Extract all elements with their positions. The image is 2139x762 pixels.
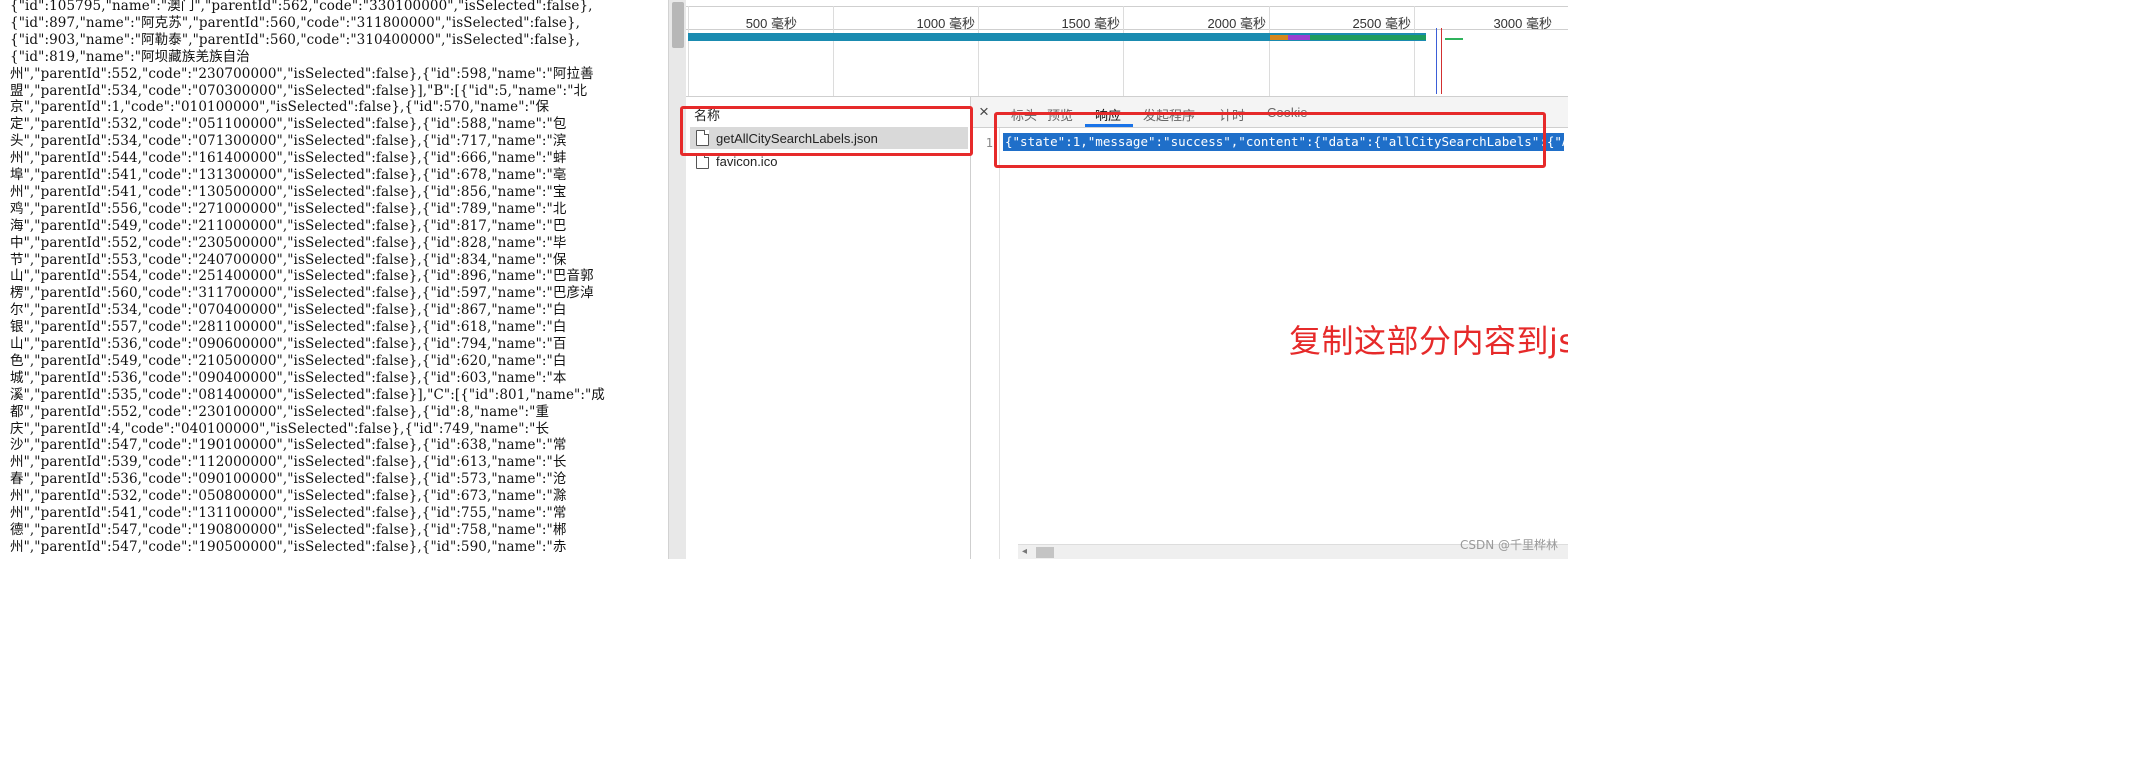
raw-json-line: 州","parentId":547,"code":"190500000","is… [10, 538, 567, 555]
left-scrollbar[interactable] [668, 0, 687, 559]
raw-json-line: 头","parentId":534,"code":"071300000","is… [10, 133, 567, 150]
horizontal-scroll-thumb[interactable] [1036, 547, 1054, 558]
timeline-waiting-bar [1270, 35, 1288, 40]
watermark: CSDN @千里桦林 [1459, 538, 1558, 552]
raw-json-line: 春","parentId":536,"code":"090100000","is… [10, 471, 567, 488]
raw-json-line: 楞","parentId":560,"code":"311700000","is… [10, 285, 594, 302]
request-detail-pane: × 标头 预览 响应 发起程序 计时 Cookie 1 {"state":1,"… [971, 97, 1568, 559]
raw-json-line: 定","parentId":532,"code":"051100000","is… [10, 116, 567, 133]
detail-tabbar: × 标头 预览 响应 发起程序 计时 Cookie [971, 97, 1568, 128]
request-list: 名称 getAllCitySearchLabels.json favicon.i… [686, 97, 971, 559]
domcontentloaded-marker [1436, 28, 1437, 94]
left-scroll-thumb[interactable] [672, 2, 684, 48]
file-icon [696, 153, 709, 169]
response-text-selected[interactable]: {"state":1,"message":"success","content"… [1003, 133, 1564, 151]
raw-json-line: {"id":819,"name":"阿坝藏族羌族自治 [10, 48, 250, 65]
raw-json-line: 银","parentId":557,"code":"281100000","is… [10, 319, 567, 336]
raw-json-line: 埠","parentId":541,"code":"131300000","is… [10, 167, 567, 183]
load-marker [1441, 28, 1442, 94]
tab-response[interactable]: 响应 [1095, 105, 1121, 124]
line-gutter: 1 [971, 128, 1000, 559]
raw-json-line: 州","parentId":541,"code":"131100000","is… [10, 505, 567, 521]
raw-json-line: {"id":897,"name":"阿克苏","parentId":560,"c… [10, 14, 581, 31]
raw-json-line: 溪","parentId":535,"code":"081400000","is… [10, 386, 605, 403]
annotation-text: 复制这部分内容到json解析网页 [1289, 322, 1568, 360]
name-column-header[interactable]: 名称 [694, 105, 720, 124]
timeline-favicon-bar [1445, 38, 1463, 40]
raw-json-line: 山","parentId":554,"code":"251400000","is… [10, 268, 594, 285]
request-row-favicon[interactable]: favicon.ico [690, 150, 968, 172]
timeline-tick: 2500 毫秒 [1352, 16, 1411, 31]
raw-json-line: 山","parentId":536,"code":"090600000","is… [10, 336, 567, 352]
timeline-tick: 3000 毫秒 [1493, 16, 1552, 31]
raw-json-line: 沙","parentId":547,"code":"190100000","is… [10, 437, 567, 454]
raw-json-line: 中","parentId":552,"code":"230500000","is… [10, 234, 567, 251]
raw-json-line: 盟","parentId":534,"code":"070300000","is… [10, 82, 588, 99]
tab-preview[interactable]: 预览 [1047, 105, 1073, 124]
timeline-tick: 500 毫秒 [745, 16, 797, 31]
raw-json-line: 京","parentId":1,"code":"010100000","isSe… [10, 99, 550, 116]
raw-json-viewer: {"id":105795,"name":"澳门","parentId":562,… [0, 0, 668, 559]
line-number: 1 [985, 136, 993, 150]
close-icon[interactable]: × [979, 102, 989, 122]
active-tab-indicator [1085, 124, 1133, 127]
request-row-getallcitysearchlabels[interactable]: getAllCitySearchLabels.json [690, 127, 968, 149]
timeline-grid-line [978, 6, 979, 96]
raw-json-line: 州","parentId":541,"code":"130500000","is… [10, 183, 567, 200]
devtools-network-panel: 500 毫秒 1000 毫秒 1500 毫秒 2000 毫秒 2500 毫秒 3… [686, 0, 1568, 559]
raw-json-line: 城","parentId":536,"code":"090400000","is… [10, 369, 567, 386]
timeline-tick: 1000 毫秒 [916, 16, 975, 31]
raw-json-line: 州","parentId":532,"code":"050800000","is… [10, 488, 567, 505]
network-timeline[interactable]: 500 毫秒 1000 毫秒 1500 毫秒 2000 毫秒 2500 毫秒 3… [686, 0, 1568, 97]
timeline-ttfb-bar [1288, 35, 1310, 40]
raw-json-line: 德","parentId":547,"code":"190800000","is… [10, 521, 567, 538]
request-name: favicon.ico [716, 153, 778, 169]
tab-initiator[interactable]: 发起程序 [1143, 105, 1195, 124]
raw-json-line: 尔","parentId":534,"code":"070400000","is… [10, 302, 567, 319]
response-code-view[interactable]: 1 {"state":1,"message":"success","conten… [971, 128, 1568, 559]
file-icon [696, 130, 709, 146]
timeline-grid-line [688, 6, 689, 96]
timeline-ruler: 500 毫秒 1000 毫秒 1500 毫秒 2000 毫秒 2500 毫秒 3… [686, 6, 1568, 31]
timeline-grid-line [1414, 6, 1415, 96]
raw-json-line: {"id":105795,"name":"澳门","parentId":562,… [10, 0, 593, 14]
raw-json-line: 州","parentId":552,"code":"230700000","is… [10, 65, 594, 82]
raw-json-line: 色","parentId":549,"code":"210500000","is… [10, 352, 567, 369]
raw-json-line: 州","parentId":544,"code":"161400000","is… [10, 150, 567, 167]
timeline-download-bar [1310, 35, 1426, 40]
tab-timing[interactable]: 计时 [1219, 105, 1245, 124]
request-name: getAllCitySearchLabels.json [716, 130, 878, 146]
raw-json-line: 鸡","parentId":556,"code":"271000000","is… [10, 200, 567, 217]
raw-json-line: 节","parentId":553,"code":"240700000","is… [10, 251, 567, 268]
tab-cookies[interactable]: Cookie [1267, 105, 1307, 120]
timeline-grid-line [1123, 6, 1124, 96]
timeline-tick: 2000 毫秒 [1207, 16, 1266, 31]
scroll-left-arrow-icon[interactable]: ◂ [1022, 546, 1027, 557]
raw-json-line: 州","parentId":539,"code":"112000000","is… [10, 454, 567, 471]
raw-json-line: 海","parentId":549,"code":"211000000","is… [10, 217, 567, 234]
timeline-grid-line [1269, 6, 1270, 96]
tab-headers[interactable]: 标头 [1011, 105, 1037, 124]
raw-json-line: 都","parentId":552,"code":"230100000","is… [10, 403, 550, 420]
raw-json-line: {"id":903,"name":"阿勒泰","parentId":560,"c… [10, 31, 581, 48]
timeline-grid-line [833, 6, 834, 96]
timeline-tick: 1500 毫秒 [1061, 16, 1120, 31]
raw-json-line: 庆","parentId":4,"code":"040100000","isSe… [10, 420, 550, 437]
